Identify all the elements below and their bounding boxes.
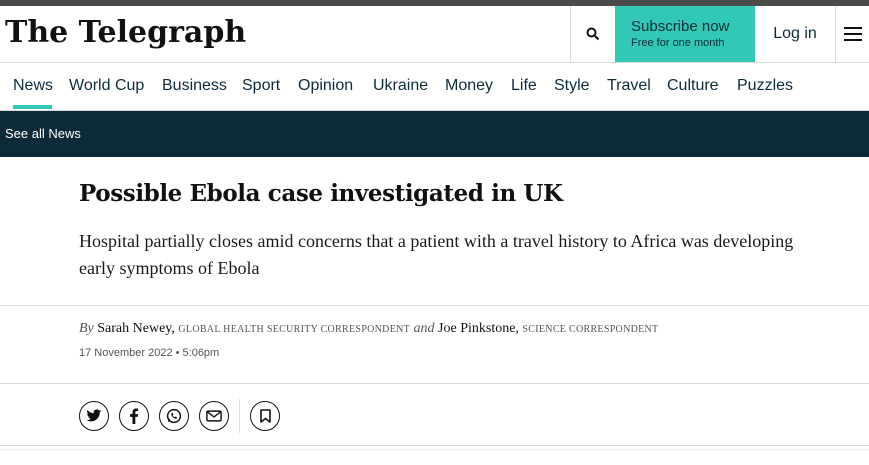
share-twitter-button[interactable] [79, 401, 109, 431]
menu-button[interactable] [836, 6, 869, 62]
nav-item-travel[interactable]: Travel [607, 77, 651, 95]
subscribe-title: Subscribe now [631, 18, 730, 35]
nav-item-world-cup[interactable]: World Cup [69, 77, 144, 95]
bookmark-icon [259, 409, 271, 423]
share-facebook-button[interactable] [119, 401, 149, 431]
nav-item-sport[interactable]: Sport [242, 77, 280, 95]
twitter-icon [86, 409, 102, 422]
nav-item-puzzles[interactable]: Puzzles [737, 77, 793, 95]
share-bar [79, 399, 290, 433]
nav-item-news[interactable]: News [13, 77, 53, 95]
header-actions: Subscribe now Free for one month Log in [570, 6, 869, 62]
subscribe-note: Free for one month [631, 37, 725, 49]
telegraph-logo[interactable]: The Telegraph [5, 15, 246, 50]
nav-item-ukraine[interactable]: Ukraine [373, 77, 428, 95]
author-link-sarah-newey[interactable]: Sarah Newey, [97, 321, 175, 336]
search-button[interactable] [570, 6, 615, 62]
nav-item-opinion[interactable]: Opinion [298, 77, 353, 95]
author-role: SCIENCE CORRESPONDENT [522, 324, 659, 335]
share-separator [239, 399, 240, 433]
author-link-joe-pinkstone[interactable]: Joe Pinkstone, [438, 321, 519, 336]
see-all-news-link[interactable]: See all News [5, 126, 81, 141]
whatsapp-icon [166, 408, 182, 424]
subscribe-button[interactable]: Subscribe now Free for one month [615, 6, 755, 62]
nav-item-business[interactable]: Business [162, 77, 227, 95]
nav-item-life[interactable]: Life [511, 77, 537, 95]
section-subnav: See all News [0, 111, 869, 157]
save-article-button[interactable] [250, 401, 280, 431]
byline-and: and [413, 321, 435, 336]
main-nav: News World Cup Business Sport Opinion Uk… [0, 63, 869, 111]
publish-date: 17 November 2022 • 5:06pm [79, 347, 220, 359]
hamburger-menu-icon [843, 27, 862, 41]
share-email-button[interactable] [199, 401, 229, 431]
facebook-icon [130, 408, 139, 424]
share-whatsapp-button[interactable] [159, 401, 189, 431]
author-role: GLOBAL HEALTH SECURITY CORRESPONDENT [178, 324, 411, 335]
search-icon [586, 27, 600, 41]
divider [0, 305, 869, 306]
divider [0, 449, 869, 450]
article-standfirst: Hospital partially closes amid concerns … [79, 231, 794, 278]
article-headline: Possible Ebola case investigated in UK [79, 180, 563, 207]
login-button[interactable]: Log in [755, 6, 836, 62]
nav-item-culture[interactable]: Culture [667, 77, 719, 95]
nav-item-style[interactable]: Style [554, 77, 590, 95]
divider [0, 445, 869, 446]
email-icon [206, 410, 222, 422]
divider [0, 383, 869, 384]
site-header: The Telegraph Subscribe now Free for one… [0, 6, 869, 63]
nav-active-indicator [13, 105, 52, 109]
byline-by: By [79, 321, 94, 336]
nav-item-money[interactable]: Money [445, 77, 493, 95]
byline: By Sarah Newey, GLOBAL HEALTH SECURITY C… [79, 321, 658, 337]
